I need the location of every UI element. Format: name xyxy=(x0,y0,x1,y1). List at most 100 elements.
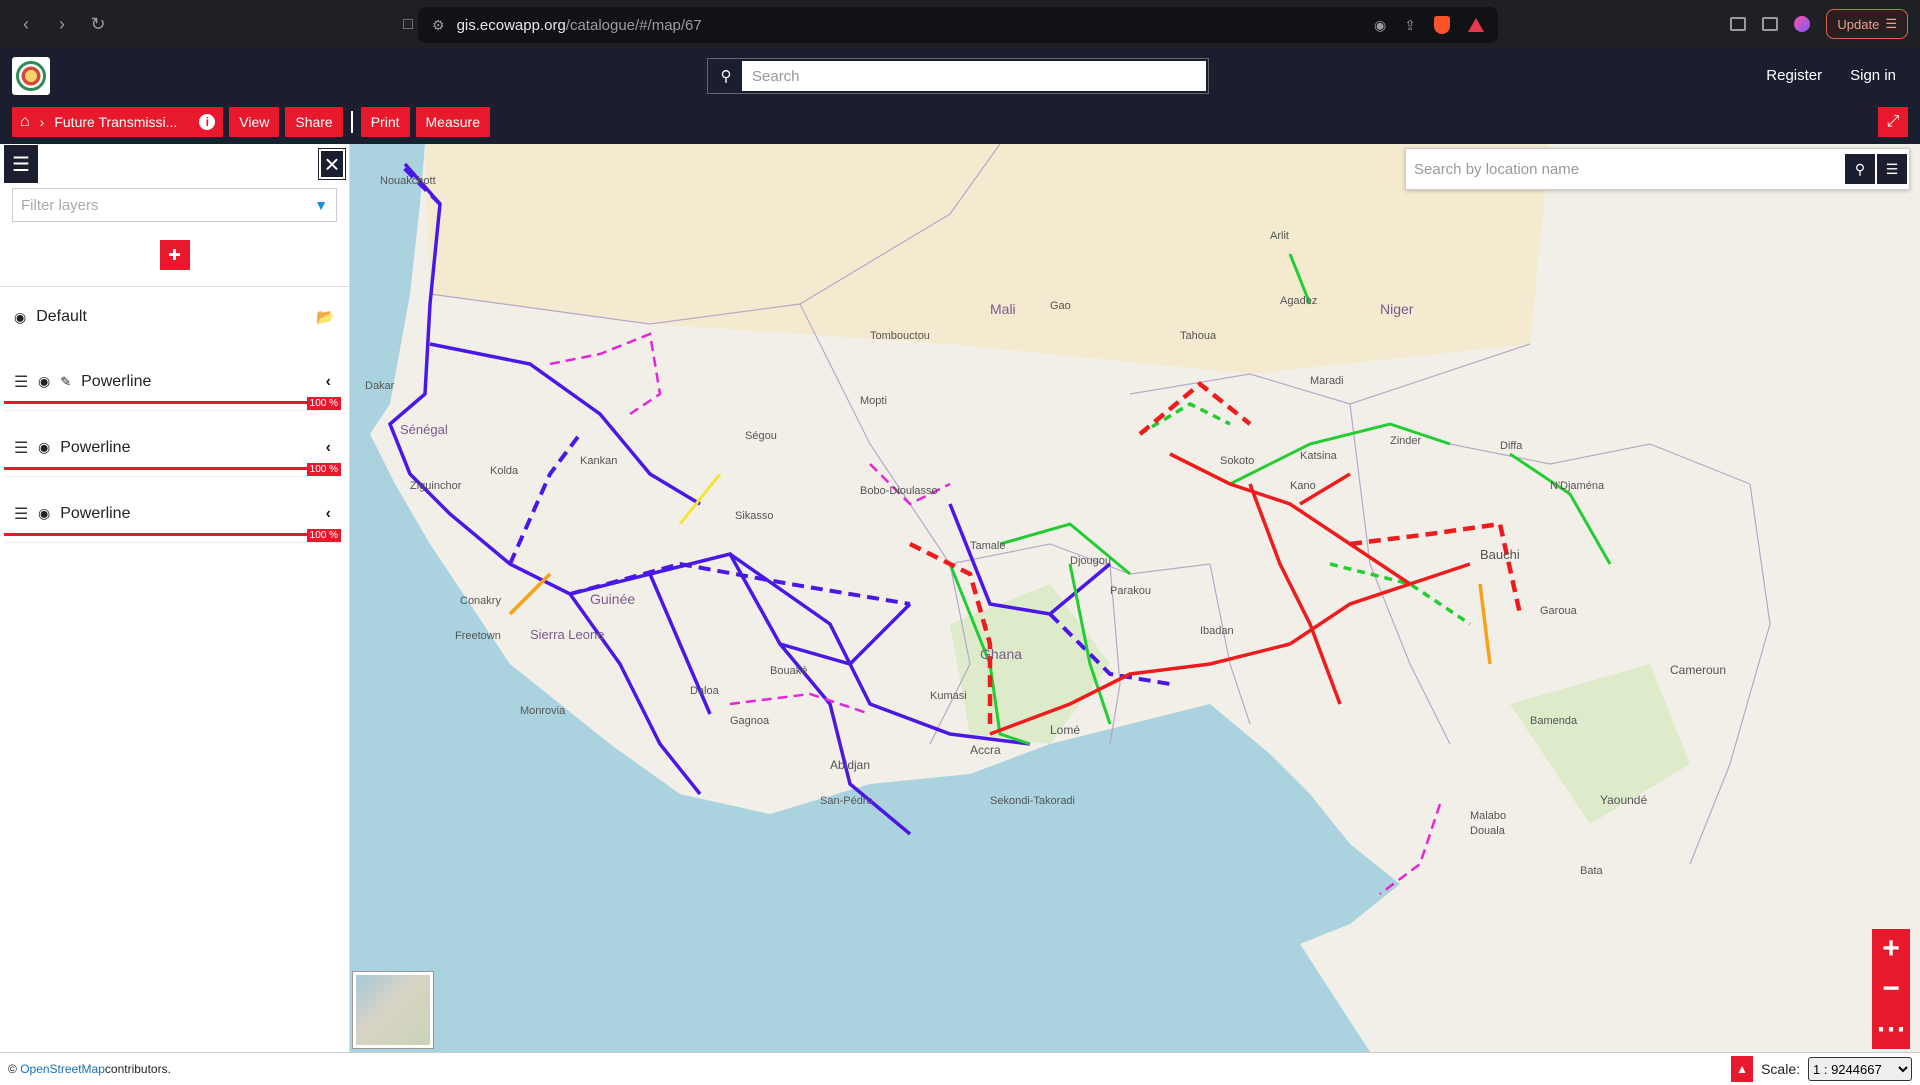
map-label: San-Pédro xyxy=(820,795,873,807)
map-label: Bata xyxy=(1580,865,1604,877)
map-label: Sikasso xyxy=(735,510,774,522)
add-group-button[interactable]: ✚ xyxy=(159,240,190,270)
map-canvas[interactable]: Mali Niger Ghana Sénégal Guinée Sierra L… xyxy=(350,144,1920,1052)
update-button[interactable]: Update ☰ xyxy=(1826,9,1908,39)
overview-minimap[interactable] xyxy=(352,971,434,1049)
ecowas-logo[interactable] xyxy=(12,57,50,95)
share-button[interactable]: Share xyxy=(285,107,343,137)
leo-ai-icon[interactable] xyxy=(1794,16,1811,32)
osm-link[interactable]: OpenStreetMap xyxy=(20,1062,105,1076)
map-title: Future Transmissi... xyxy=(54,114,178,130)
eye-icon[interactable]: ◉ xyxy=(38,373,50,390)
contributors-text: contributors. xyxy=(104,1062,171,1076)
map-label: Sokoto xyxy=(1220,455,1254,467)
url-host: gis.ecowapp.org xyxy=(456,16,566,34)
eye-icon[interactable]: ◉ xyxy=(14,309,26,326)
map-label: N'Djaména xyxy=(1550,480,1605,492)
sidebar-toggle-icon[interactable] xyxy=(1730,17,1747,31)
map-label: Ghana xyxy=(980,646,1022,662)
map-label: Tamale xyxy=(970,540,1005,552)
map-label: Lomé xyxy=(1050,723,1080,737)
location-icon[interactable]: ◉ xyxy=(1374,17,1386,34)
map-label: Ségou xyxy=(745,430,777,442)
layer-item[interactable]: ☰ ◉ Powerline ‹ 100 % xyxy=(4,485,341,543)
opacity-slider[interactable] xyxy=(4,467,341,470)
layers-panel: ☰ × ▼ ✚ ◉ Default 📂 ☰ ◉ ✎ Powerline ‹ 10… xyxy=(0,144,350,1052)
back-icon[interactable]: ‹ xyxy=(12,11,40,39)
style-icon[interactable]: ✎ xyxy=(60,374,71,390)
opacity-slider[interactable] xyxy=(4,533,341,536)
folder-open-icon[interactable]: 📂 xyxy=(316,308,335,326)
map-label: Monrovia xyxy=(520,705,566,717)
brave-shield-icon[interactable] xyxy=(1434,16,1450,34)
reload-icon[interactable]: ↻ xyxy=(84,11,112,39)
layer-item[interactable]: ☰ ◉ Powerline ‹ 100 % xyxy=(4,419,341,477)
measure-button[interactable]: Measure xyxy=(415,107,490,137)
home-icon[interactable]: ⌂ xyxy=(20,113,30,131)
folder-plus-icon: ✚ xyxy=(168,247,181,264)
layer-item[interactable]: ☰ ◉ ✎ Powerline ‹ 100 % xyxy=(4,353,341,411)
map-label: Cameroun xyxy=(1670,663,1726,677)
search-icon[interactable]: ⚲ xyxy=(710,60,742,92)
browser-chrome: ‹ › ↻ □ ⚙ gis.ecowapp.org /catalogue/#/m… xyxy=(0,0,1920,49)
chevron-left-icon[interactable]: ‹ xyxy=(326,505,331,523)
chevron-left-icon[interactable]: ‹ xyxy=(326,373,331,391)
layer-group-default[interactable]: ◉ Default 📂 xyxy=(0,287,349,347)
eye-icon[interactable]: ◉ xyxy=(38,505,50,522)
filter-layers-input[interactable] xyxy=(21,196,315,214)
drag-handle-icon[interactable]: ☰ xyxy=(14,504,28,524)
map-label: Bouaké xyxy=(770,665,807,677)
bookmark-icon[interactable]: □ xyxy=(398,16,418,34)
location-search-input[interactable] xyxy=(1406,160,1845,178)
info-icon[interactable]: i xyxy=(199,114,216,130)
opacity-value: 100 % xyxy=(306,397,341,410)
filter-icon[interactable]: ▼ xyxy=(314,197,328,213)
register-link[interactable]: Register xyxy=(1766,67,1822,84)
map-label: Gao xyxy=(1050,300,1071,312)
forward-icon[interactable]: › xyxy=(48,11,76,39)
map-label: Parakou xyxy=(1110,585,1151,597)
map-label: Djougou xyxy=(1070,555,1111,567)
site-settings-icon[interactable]: ⚙ xyxy=(432,17,445,34)
map-title-button[interactable]: ⌂ › Future Transmissi... i xyxy=(12,107,224,137)
map-label: Sekondi-Takoradi xyxy=(990,795,1075,807)
map-label: Nouakchott xyxy=(380,175,436,187)
view-button[interactable]: View xyxy=(229,107,280,137)
opacity-slider[interactable] xyxy=(4,401,341,404)
map-label: Niger xyxy=(1380,301,1414,317)
print-scale-icon[interactable]: ▲ xyxy=(1731,1056,1754,1082)
map-svg: Mali Niger Ghana Sénégal Guinée Sierra L… xyxy=(350,144,1771,1052)
share-icon[interactable]: ⇪ xyxy=(1404,17,1416,34)
breadcrumb-chevron-icon: › xyxy=(39,114,45,130)
more-icon[interactable]: ⋯ xyxy=(1872,1009,1910,1049)
print-button[interactable]: Print xyxy=(360,107,410,137)
layer-name: Powerline xyxy=(60,504,131,522)
map-label: Yaoundé xyxy=(1600,793,1647,807)
chevron-left-icon[interactable]: ‹ xyxy=(326,439,331,457)
global-search: ⚲ xyxy=(707,58,1209,94)
scale-select[interactable]: 1 : 9244667 xyxy=(1808,1057,1912,1081)
map-label: Gagnoa xyxy=(730,715,770,727)
map-label: Garoua xyxy=(1540,605,1578,617)
close-panel-icon[interactable]: × xyxy=(318,148,346,180)
scale-label: Scale: xyxy=(1761,1061,1800,1077)
search-icon[interactable]: ⚲ xyxy=(1845,154,1875,184)
fullscreen-icon[interactable]: ⤢ xyxy=(1878,107,1908,137)
address-bar[interactable]: ⚙ gis.ecowapp.org /catalogue/#/map/67 ◉ … xyxy=(418,7,1498,43)
menu-icon: ☰ xyxy=(1885,16,1897,31)
global-search-input[interactable] xyxy=(742,61,1206,91)
menu-icon[interactable]: ☰ xyxy=(1877,154,1907,184)
map-label: Bauchi xyxy=(1480,547,1520,562)
eye-icon[interactable]: ◉ xyxy=(38,439,50,456)
drag-handle-icon[interactable]: ☰ xyxy=(14,438,28,458)
sign-in-link[interactable]: Sign in xyxy=(1850,67,1896,84)
brave-rewards-icon[interactable] xyxy=(1468,18,1484,32)
map-label: Kolda xyxy=(490,465,519,477)
layers-icon[interactable]: ☰ xyxy=(4,145,38,183)
app-header: ⚲ Register Sign in ⌂ › Future Transmissi… xyxy=(0,49,1920,144)
zoom-in-icon[interactable]: + xyxy=(1872,929,1910,969)
drag-handle-icon[interactable]: ☰ xyxy=(14,372,28,392)
zoom-out-icon[interactable]: − xyxy=(1872,969,1910,1009)
wallet-icon[interactable] xyxy=(1762,17,1779,31)
map-label: Tombouctou xyxy=(870,330,930,342)
